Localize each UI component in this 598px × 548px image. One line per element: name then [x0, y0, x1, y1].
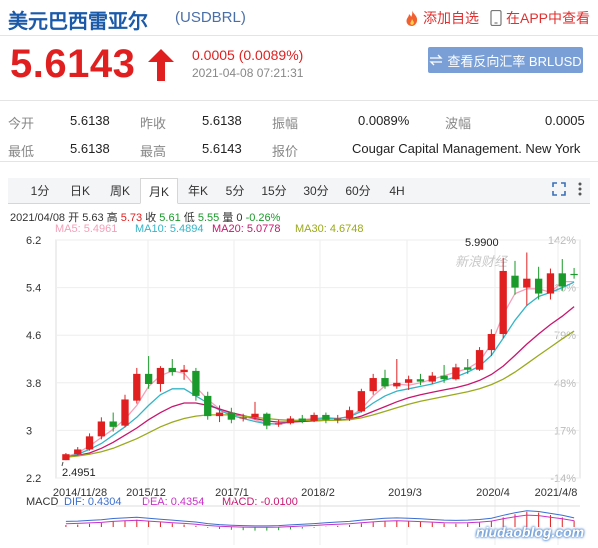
x-tick-label: 2020/4	[476, 487, 510, 499]
candle-body	[404, 379, 413, 383]
candle-body	[227, 412, 236, 420]
candle-body	[286, 418, 295, 424]
candle-body	[570, 273, 578, 276]
x-tick-label: 2021/4/8	[535, 487, 578, 499]
candle-body	[62, 454, 70, 461]
candle-body	[97, 421, 106, 437]
y-tick-label: 4.6	[26, 330, 41, 342]
candle-body	[523, 278, 531, 288]
pct-tick-label: 142%	[548, 235, 576, 247]
max-price-label: 5.9900	[465, 237, 499, 249]
y-tick-label: 3	[26, 425, 32, 437]
y-tick-label: 3.8	[26, 378, 41, 390]
candle-body	[263, 413, 271, 426]
y-tick-label: 2.2	[26, 473, 41, 485]
candle-body	[310, 414, 318, 421]
min-price-label: 2.4951	[62, 467, 96, 479]
candle-body	[74, 449, 82, 455]
candle-body	[298, 418, 306, 421]
candle-body	[499, 270, 507, 335]
candle-body	[428, 375, 436, 382]
y-tick-label: 5.4	[26, 283, 41, 295]
candle-body	[452, 367, 460, 380]
pct-tick-label: 17%	[554, 425, 576, 437]
candle-body	[416, 379, 425, 382]
x-tick-label: 2014/11/28	[53, 487, 107, 499]
candle-body	[144, 373, 153, 384]
candle-body	[133, 373, 141, 401]
candle-body	[464, 367, 472, 370]
candle-body	[475, 350, 484, 370]
candle-body	[393, 382, 401, 387]
x-tick-label: 2019/3	[388, 487, 422, 499]
candle-body	[192, 370, 200, 396]
sina-watermark: 新浪财经	[455, 254, 509, 270]
candle-body	[345, 410, 354, 419]
candle-body	[546, 273, 555, 294]
candle-body	[334, 418, 342, 420]
candle-body	[251, 413, 259, 418]
candle-body	[558, 273, 566, 287]
candle-body	[85, 436, 94, 450]
kline-chart[interactable]: 6.2 142%5.4 110%4.6 79%3.8 48%3 17%2.2 -14%201…	[0, 0, 598, 548]
pct-tick-label: -14%	[550, 473, 576, 485]
candle-body	[381, 378, 389, 387]
candle-body	[239, 417, 247, 419]
watermark-site: niudaoblog.com	[476, 524, 585, 540]
candle-body	[322, 414, 330, 420]
candle-body	[121, 399, 129, 426]
candle-body	[215, 412, 224, 417]
candle-body	[487, 334, 496, 351]
x-tick-label: 2017/1	[215, 487, 249, 499]
min-price-pointer	[61, 461, 64, 467]
candle-body	[534, 278, 543, 294]
candle-body	[274, 423, 283, 425]
candle-body	[369, 378, 377, 392]
candle-body	[204, 395, 212, 417]
x-tick-label: 2015/12	[126, 487, 166, 499]
candle-body	[440, 375, 448, 380]
x-tick-label: 2018/2	[301, 487, 335, 499]
candle-body	[511, 275, 519, 288]
candle-body	[156, 367, 165, 384]
candle-body	[357, 391, 366, 412]
pct-tick-label: 48%	[554, 378, 576, 390]
y-tick-label: 6.2	[26, 235, 41, 247]
candle-body	[180, 369, 188, 373]
candle-body	[168, 367, 176, 373]
candle-body	[109, 421, 117, 427]
